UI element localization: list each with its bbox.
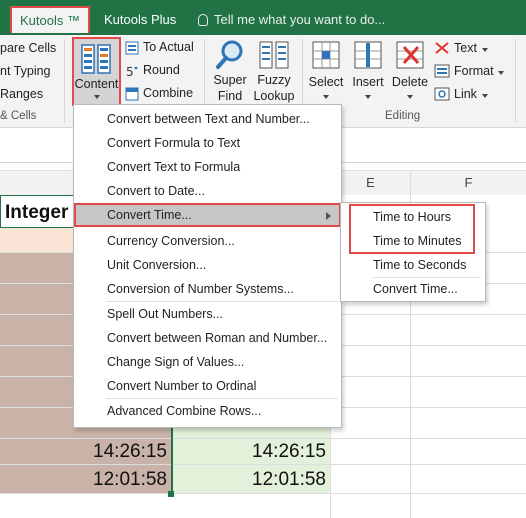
column-header-e[interactable]: E bbox=[331, 171, 410, 195]
link-icon bbox=[434, 87, 450, 101]
text-icon bbox=[435, 42, 449, 54]
tab-kutools[interactable]: Kutools ™ bbox=[10, 6, 90, 33]
format-button[interactable]: Format bbox=[434, 62, 524, 82]
ribbon-tab-bar: Kutools ™ Kutools Plus Tell me what you … bbox=[0, 0, 526, 35]
combine-label: Combine bbox=[143, 86, 194, 100]
menu-item-number-to-ordinal[interactable]: Convert Number to Ordinal bbox=[74, 374, 341, 398]
text-button[interactable]: Text bbox=[434, 39, 514, 59]
submenu-item-convert-time[interactable]: Convert Time... bbox=[341, 277, 485, 301]
group-separator bbox=[515, 39, 516, 123]
chevron-down-icon bbox=[498, 71, 504, 75]
menu-item-formula-to-text[interactable]: Convert Formula to Text bbox=[74, 131, 341, 155]
menu-item-advanced-combine-rows[interactable]: Advanced Combine Rows... bbox=[74, 399, 341, 423]
group-separator bbox=[64, 39, 65, 123]
tell-me-box[interactable]: Tell me what you want to do... bbox=[198, 6, 385, 33]
content-icon bbox=[81, 44, 111, 74]
menu-item-currency-conversion[interactable]: Currency Conversion... bbox=[74, 229, 341, 253]
lightbulb-icon bbox=[198, 14, 208, 26]
ranges-button[interactable]: Ranges bbox=[0, 87, 43, 101]
menu-item-convert-time-label: Convert Time... bbox=[107, 208, 192, 222]
column-header-f[interactable]: F bbox=[411, 171, 526, 195]
super-label: Super bbox=[213, 73, 247, 87]
menu-item-spell-out-numbers[interactable]: Spell Out Numbers... bbox=[74, 302, 341, 326]
cell-text: 12:01:58 bbox=[93, 469, 167, 490]
fuzzy-lookup-button[interactable]: Fuzzy Lookup bbox=[252, 37, 296, 107]
menu-item-convert-time[interactable]: Convert Time... bbox=[74, 203, 341, 227]
menu-item-roman-number[interactable]: Convert between Roman and Number... bbox=[74, 326, 341, 350]
round-icon: 5 bbox=[126, 65, 138, 78]
submenu-item-time-to-hours[interactable]: Time to Hours bbox=[341, 205, 485, 229]
select-label: Select bbox=[308, 75, 344, 89]
row-divider bbox=[0, 464, 526, 465]
delete-icon bbox=[396, 41, 424, 69]
delete-button[interactable]: Delete bbox=[390, 37, 430, 107]
link-button[interactable]: Link bbox=[434, 85, 514, 105]
link-label: Link bbox=[454, 87, 477, 101]
chevron-down-icon bbox=[482, 94, 488, 98]
to-actual-icon bbox=[125, 41, 139, 55]
chevron-down-icon bbox=[407, 95, 413, 99]
chevron-right-icon bbox=[326, 212, 331, 220]
chevron-down-icon bbox=[482, 48, 488, 52]
tab-kutools-plus[interactable]: Kutools Plus bbox=[104, 6, 176, 33]
format-label: Format bbox=[454, 64, 494, 78]
table-cell[interactable]: 12:01:58 bbox=[171, 467, 326, 492]
insert-button[interactable]: Insert bbox=[348, 37, 388, 107]
menu-item-convert-to-date[interactable]: Convert to Date... bbox=[74, 179, 341, 203]
content-button[interactable]: Content bbox=[72, 37, 121, 106]
convert-time-submenu: Time to Hours Time to Minutes Time to Se… bbox=[340, 202, 486, 302]
cell-text: 14:26:15 bbox=[93, 441, 167, 462]
round-label: Round bbox=[143, 63, 180, 77]
content-dropdown-menu: Convert between Text and Number... Conve… bbox=[73, 104, 342, 428]
svg-text:5: 5 bbox=[126, 65, 134, 78]
menu-item-convert-text-number[interactable]: Convert between Text and Number... bbox=[74, 107, 341, 131]
fuzzy-label: Fuzzy bbox=[257, 73, 291, 87]
fuzzy-lookup-icon bbox=[259, 41, 289, 69]
cell-text: 14:26:15 bbox=[252, 441, 326, 462]
insert-label: Insert bbox=[352, 75, 384, 89]
select-button[interactable]: Select bbox=[306, 37, 346, 107]
menu-item-text-to-formula[interactable]: Convert Text to Formula bbox=[74, 155, 341, 179]
submenu-item-time-to-seconds[interactable]: Time to Seconds bbox=[341, 253, 485, 277]
menu-item-change-sign[interactable]: Change Sign of Values... bbox=[74, 350, 341, 374]
menu-item-number-systems[interactable]: Conversion of Number Systems... bbox=[74, 277, 341, 301]
format-icon bbox=[434, 64, 450, 78]
table-cell[interactable]: 14:26:15 bbox=[171, 439, 326, 464]
combine-button[interactable]: Combine bbox=[125, 85, 203, 105]
group-label-cells: & Cells bbox=[0, 110, 37, 122]
chevron-down-icon bbox=[365, 95, 371, 99]
text-label: Text bbox=[454, 41, 477, 55]
prevent-typing-button[interactable]: nt Typing bbox=[0, 64, 51, 78]
cell-text: 12:01:58 bbox=[252, 469, 326, 490]
round-button[interactable]: 5 Round bbox=[125, 62, 203, 82]
tell-me-text: Tell me what you want to do... bbox=[214, 12, 386, 27]
menu-item-unit-conversion[interactable]: Unit Conversion... bbox=[74, 253, 341, 277]
content-label: Content bbox=[74, 77, 119, 91]
table-cell[interactable]: 12:01:58 bbox=[0, 467, 167, 492]
lookup-label: Lookup bbox=[253, 89, 295, 103]
to-actual-button[interactable]: To Actual bbox=[125, 39, 203, 59]
header-cell-text: Integer bbox=[5, 202, 69, 223]
row-divider bbox=[0, 493, 526, 494]
super-find-button[interactable]: Super Find bbox=[210, 37, 250, 107]
to-actual-label: To Actual bbox=[143, 40, 194, 54]
chevron-down-icon bbox=[94, 95, 100, 99]
delete-label: Delete bbox=[391, 75, 429, 89]
find-label: Find bbox=[217, 89, 243, 103]
submenu-item-time-to-minutes[interactable]: Time to Minutes bbox=[341, 229, 485, 253]
insert-icon bbox=[354, 41, 382, 69]
combine-icon bbox=[125, 87, 139, 101]
chevron-down-icon bbox=[323, 95, 329, 99]
magnifier-icon bbox=[216, 40, 243, 69]
table-cell[interactable]: 14:26:15 bbox=[0, 439, 167, 464]
group-label-editing: Editing bbox=[385, 110, 421, 122]
compare-cells-button[interactable]: pare Cells bbox=[0, 41, 56, 55]
select-icon bbox=[312, 41, 340, 69]
